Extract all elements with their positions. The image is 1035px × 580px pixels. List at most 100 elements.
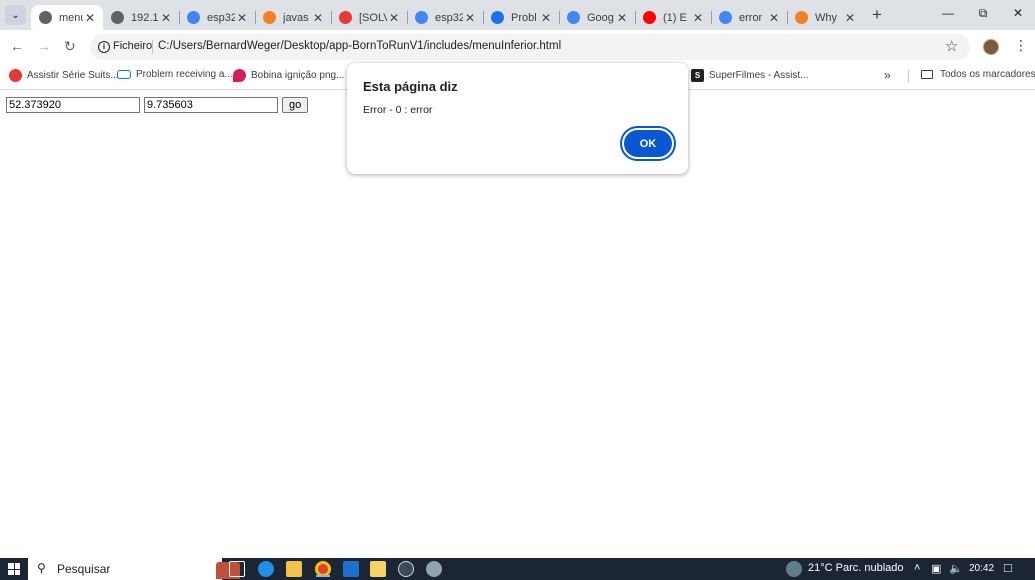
tab-title: Why: [815, 11, 837, 24]
globe-icon: [111, 11, 124, 24]
edge-icon[interactable]: [258, 561, 274, 577]
translate-icon: [567, 11, 580, 24]
tab-title: Goog: [587, 11, 614, 24]
reload-icon[interactable]: ↻: [64, 39, 76, 53]
bookmark-label: Problem receiving a...: [136, 69, 233, 80]
all-bookmarks-folder[interactable]: Todos os marcadores: [921, 69, 1035, 80]
browser-tab[interactable]: Why ✕: [787, 5, 863, 30]
bookmark-favicon-icon: [233, 69, 246, 82]
browser-tab[interactable]: Goog ✕: [559, 5, 635, 30]
omnibox-divider: [152, 40, 153, 54]
tab-title: menu: [59, 11, 83, 24]
windows-start-icon[interactable]: [8, 563, 20, 575]
dialog-message: Error - 0 : error: [363, 104, 433, 116]
tab-close-icon[interactable]: ✕: [767, 11, 781, 25]
browser-tab[interactable]: error ✕: [711, 5, 787, 30]
bookmark-label: Bobina ignição png...: [251, 70, 345, 81]
alert-dialog: Esta página diz Error - 0 : error OK: [347, 63, 688, 174]
tab-close-icon[interactable]: ✕: [539, 11, 553, 25]
bookmark-star-icon[interactable]: ☆: [945, 37, 958, 55]
browser-tab[interactable]: esp32 ✕: [407, 5, 483, 30]
browser-tab[interactable]: (1) E ✕: [635, 5, 711, 30]
go-button[interactable]: go: [282, 97, 309, 113]
ok-button[interactable]: OK: [622, 128, 674, 159]
google-icon: [719, 11, 732, 24]
longitude-input[interactable]: [144, 97, 278, 113]
app-icon[interactable]: [426, 561, 442, 577]
tab-close-icon[interactable]: ✕: [843, 11, 857, 25]
toolbar: ← → ↻ i Ficheiro C:/Users/BernardWeger/D…: [0, 30, 1035, 63]
volume-icon[interactable]: 🔈: [949, 562, 963, 575]
bookmark-item[interactable]: Problem receiving a...: [117, 69, 233, 80]
info-icon[interactable]: i: [98, 41, 110, 53]
tab-title: Probl: [511, 11, 537, 24]
forward-icon[interactable]: →: [37, 39, 51, 53]
taskbar-search[interactable]: ⚲ Pesquisar: [28, 558, 240, 580]
google-icon: [187, 11, 200, 24]
superfilmes-icon: S: [691, 69, 704, 82]
tab-close-icon[interactable]: ✕: [463, 11, 477, 25]
browser-tab[interactable]: esp32 ✕: [179, 5, 255, 30]
restore-icon[interactable]: ⧉: [975, 6, 991, 21]
tab-title: esp32: [207, 11, 235, 24]
tab-close-icon[interactable]: ✕: [235, 11, 249, 25]
bookmark-label: SuperFilmes - Assist...: [709, 70, 809, 81]
search-label: Pesquisar: [57, 562, 111, 576]
all-bookmarks-label: Todos os marcadores: [940, 69, 1035, 80]
clock-time[interactable]: 20:42: [969, 563, 994, 574]
close-window-icon[interactable]: ✕: [1010, 6, 1026, 20]
menu-kebab-icon[interactable]: ⋮: [1014, 38, 1028, 52]
notifications-icon[interactable]: □: [1004, 560, 1012, 575]
bookmarks-divider: [908, 70, 909, 83]
latitude-input[interactable]: [6, 97, 140, 113]
notes-icon[interactable]: [370, 561, 386, 577]
browser-tab[interactable]: 192.1 ✕: [103, 5, 179, 30]
stackoverflow-icon: [263, 11, 276, 24]
profile-avatar[interactable]: [983, 39, 999, 55]
weather-text[interactable]: 21°C Parc. nublado: [808, 562, 904, 574]
tab-strip: ⌄ menu✕192.1✕esp32✕javas✕[SOLV✕esp32✕Pro…: [0, 0, 1035, 30]
browser-tab[interactable]: menu✕: [31, 5, 103, 30]
browser-tab[interactable]: javas ✕: [255, 5, 331, 30]
tab-title: [SOLV: [359, 11, 387, 24]
youtube-icon: [643, 11, 656, 24]
stackoverflow-icon: [795, 11, 808, 24]
tab-close-icon[interactable]: ✕: [615, 11, 629, 25]
taskbar: ⚲ Pesquisar 21°C Parc. nublado ˄ ▣ 🔈 20:…: [0, 558, 1035, 580]
show-hidden-icons-icon[interactable]: ˄: [914, 562, 920, 574]
tab-title: javas: [283, 11, 309, 24]
tab-close-icon[interactable]: ✕: [83, 11, 97, 25]
search-icon: ⚲: [37, 561, 46, 575]
google-icon: [415, 11, 428, 24]
bookmark-favicon-icon: [9, 69, 22, 82]
scheme-label: Ficheiro: [113, 40, 153, 52]
browser-tab[interactable]: Probl ✕: [483, 5, 559, 30]
network-icon[interactable]: ▣: [931, 562, 941, 575]
bookmark-item[interactable]: Bobina ignição png...: [233, 69, 344, 82]
tab-title: esp32: [435, 11, 463, 24]
coordinate-form: go: [6, 97, 309, 113]
tab-close-icon[interactable]: ✕: [311, 11, 325, 25]
arduino-icon[interactable]: [398, 561, 414, 577]
browser-tab[interactable]: [SOLV ✕: [331, 5, 407, 30]
bookmark-item[interactable]: S SuperFilmes - Assist...: [691, 69, 808, 82]
task-view-icon[interactable]: [229, 561, 245, 577]
app-icon[interactable]: [343, 561, 359, 577]
new-tab-button[interactable]: +: [872, 6, 882, 23]
bookmark-label: Assistir Série Suits...: [27, 70, 119, 81]
globe-icon: [39, 11, 52, 24]
tab-search-chevron-icon[interactable]: ⌄: [5, 5, 26, 25]
tab-close-icon[interactable]: ✕: [691, 11, 705, 25]
chrome-icon[interactable]: [315, 561, 331, 577]
tab-close-icon[interactable]: ✕: [159, 11, 173, 25]
back-icon[interactable]: ←: [10, 39, 24, 53]
file-explorer-icon[interactable]: [286, 561, 302, 577]
more-bookmarks-icon[interactable]: »: [884, 68, 891, 82]
minimize-icon[interactable]: —: [940, 6, 956, 20]
bookmark-item[interactable]: Assistir Série Suits...: [9, 69, 119, 82]
tab-title: (1) E: [663, 11, 687, 24]
url-text[interactable]: C:/Users/BernardWeger/Desktop/app-BornTo…: [158, 40, 561, 52]
tab-title: 192.1: [131, 11, 159, 24]
tab-close-icon[interactable]: ✕: [387, 11, 401, 25]
address-bar[interactable]: i Ficheiro C:/Users/BernardWeger/Desktop…: [90, 34, 970, 60]
